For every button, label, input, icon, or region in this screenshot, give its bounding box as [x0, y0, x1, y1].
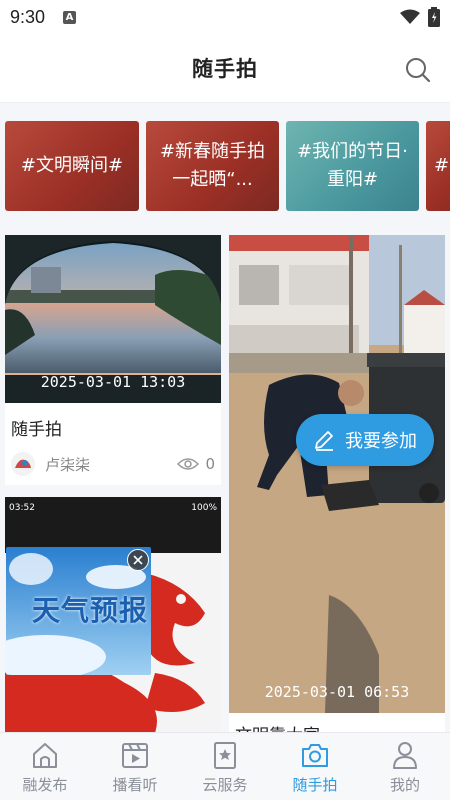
video-title: 天气预报 [32, 594, 149, 627]
tab-label: 我的 [389, 776, 420, 794]
topic-card[interactable]: #文明瞬间# [5, 121, 139, 211]
camera-icon [302, 744, 328, 767]
street-cleanup-photo [229, 235, 445, 713]
page-title: 随手拍 [192, 57, 258, 81]
topic-strip[interactable]: #文明瞬间# #新春随手拍 一起晒“... #我们的节日·重阳# # [0, 103, 450, 227]
topic-label: #我们的节日·重阳# [297, 141, 408, 190]
post-meta: 卢柒柒 0 [5, 440, 221, 476]
video-icon [122, 743, 148, 768]
author-name[interactable]: 卢柒柒 [45, 454, 90, 475]
join-button-label: 我要参加 [345, 431, 417, 452]
phone-status-bar: 03:52 100% [5, 497, 221, 519]
topic-label: #文明瞬间# [20, 155, 124, 176]
battery-icon [428, 7, 440, 27]
topic-label: # [434, 155, 450, 176]
photo-timestamp: 2025-03-01 06:53 [264, 683, 410, 701]
tab-label: 随手拍 [292, 776, 338, 794]
tab-video[interactable]: 播看听 [90, 733, 180, 800]
home-icon [33, 743, 57, 768]
notification-app-icon: A [63, 10, 77, 24]
search-icon[interactable] [404, 56, 432, 84]
close-icon[interactable] [127, 549, 149, 571]
topic-card[interactable]: #我们的节日·重阳# [286, 121, 419, 211]
tab-label: 播看听 [112, 776, 158, 794]
avatar[interactable] [11, 452, 35, 476]
tab-label: 云服务 [202, 776, 248, 794]
topic-label: #新春随手拍 一起晒“... [159, 141, 266, 190]
person-icon [393, 742, 417, 769]
eye-icon [177, 458, 200, 470]
tab-snapshot[interactable]: 随手拍 [270, 733, 360, 800]
post-card[interactable]: 2025-03-01 13:03 随手拍 卢柒柒 0 [5, 235, 221, 485]
post-photo: 2025-03-01 06:53 [229, 235, 445, 713]
tab-home[interactable]: 融发布 [0, 733, 90, 800]
post-photo: 2025-03-01 13:03 [5, 235, 221, 403]
topic-card[interactable]: # [426, 121, 450, 211]
phone-battery: 100% [191, 503, 217, 513]
post-title: 文明靠大家 [229, 713, 445, 732]
bookmark-star-icon [214, 742, 236, 769]
post-card[interactable]: 2025-03-01 06:53 文明靠大家 [229, 235, 445, 732]
phone-status-time: 03:52 [9, 503, 35, 513]
wifi-icon [400, 9, 420, 24]
app-header: 随手拍 [0, 34, 450, 102]
pencil-icon [315, 431, 333, 451]
bottom-tab-bar: 融发布 播看听 云服务 随手拍 我的 [0, 732, 450, 800]
tab-label: 融发布 [22, 776, 68, 794]
tab-profile[interactable]: 我的 [360, 733, 450, 800]
view-count-value: 0 [205, 455, 215, 473]
tab-services[interactable]: 云服务 [180, 733, 270, 800]
topic-card[interactable]: #新春随手拍 一起晒“... [146, 121, 279, 211]
post-title: 随手拍 [11, 420, 62, 440]
status-bar: 9:30 A [0, 0, 450, 34]
status-time: 9:30 [10, 6, 46, 27]
join-button[interactable]: 我要参加 [296, 414, 434, 466]
view-count: 0 [177, 455, 215, 473]
photo-timestamp: 2025-03-01 13:03 [40, 373, 186, 391]
